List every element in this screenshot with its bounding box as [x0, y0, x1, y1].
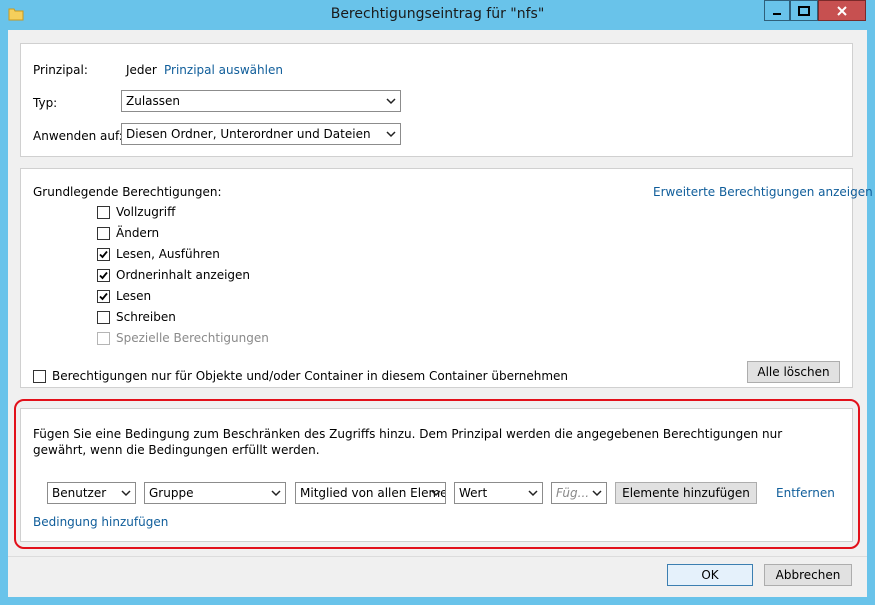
show-advanced-permissions-link[interactable]: Erweiterte Berechtigungen anzeigen	[653, 185, 873, 199]
checkbox-box[interactable]	[97, 268, 110, 282]
chevron-down-icon	[121, 490, 131, 497]
inherit-only-label: Berechtigungen nur für Objekte und/oder …	[52, 369, 569, 383]
permission-checkbox[interactable]: Vollzugriff	[97, 204, 175, 220]
chevron-down-icon	[592, 490, 602, 497]
apply-to-dropdown[interactable]: Diesen Ordner, Unterordner und Dateien	[121, 123, 401, 145]
minimize-button[interactable]	[764, 0, 790, 21]
permission-label: Ordnerinhalt anzeigen	[116, 268, 251, 282]
condition-operator-value: Mitglied von allen Eleme	[300, 486, 446, 500]
permissions-group: Grundlegende Berechtigungen: Erweiterte …	[20, 168, 873, 388]
permission-label: Lesen, Ausführen	[116, 247, 220, 261]
dialog-body: Prinzipal: Jeder Prinzipal auswählen Typ…	[8, 30, 873, 597]
checkbox-box[interactable]	[97, 226, 110, 240]
permission-entry-dialog: Berechtigungseintrag für "nfs" Prinzipal…	[0, 0, 875, 605]
close-icon	[837, 5, 847, 16]
permission-label: Vollzugriff	[116, 205, 176, 219]
condition-value-type-value: Wert	[459, 486, 488, 500]
permission-label: Ändern	[116, 226, 160, 240]
permission-checkbox[interactable]: Ordnerinhalt anzeigen	[97, 267, 250, 283]
permission-checkbox[interactable]: Schreiben	[97, 309, 176, 325]
chevron-down-icon	[386, 131, 396, 138]
chevron-down-icon	[386, 98, 396, 105]
type-label: Typ:	[33, 96, 58, 110]
principal-label: Prinzipal:	[33, 63, 88, 77]
permission-checkbox[interactable]: Lesen, Ausführen	[97, 246, 220, 262]
checkmark-icon	[99, 292, 108, 300]
checkmark-icon	[99, 271, 108, 279]
condition-attribute-value: Gruppe	[149, 486, 194, 500]
clear-all-button[interactable]: Alle löschen	[747, 361, 840, 383]
basic-permissions-heading: Grundlegende Berechtigungen:	[33, 185, 222, 199]
remove-condition-link[interactable]: Entfernen	[776, 486, 835, 500]
permission-label: Schreiben	[116, 310, 176, 324]
checkbox-box[interactable]	[97, 289, 110, 303]
chevron-down-icon	[431, 490, 441, 497]
permission-checkbox[interactable]: Ändern	[97, 225, 159, 241]
title-bar[interactable]: Berechtigungseintrag für "nfs"	[0, 0, 875, 30]
permission-label: Spezielle Berechtigungen	[116, 331, 269, 345]
checkbox-box[interactable]	[97, 310, 110, 324]
condition-value-placeholder: Füg...	[556, 486, 590, 500]
principal-group: Prinzipal: Jeder Prinzipal auswählen Typ…	[20, 43, 853, 157]
chevron-down-icon	[528, 490, 538, 497]
condition-description: Fügen Sie eine Bedingung zum Beschränken…	[33, 427, 783, 457]
condition-value-type-dropdown[interactable]: Wert	[454, 482, 543, 504]
condition-subject-value: Benutzer	[52, 486, 107, 500]
chevron-down-icon	[271, 490, 281, 497]
apply-to-value: Diesen Ordner, Unterordner und Dateien	[126, 127, 371, 141]
type-dropdown[interactable]: Zulassen	[121, 90, 401, 112]
checkbox-box[interactable]	[97, 205, 110, 219]
checkmark-icon	[99, 250, 108, 258]
condition-group: Fügen Sie eine Bedingung zum Beschränken…	[20, 408, 853, 542]
permission-checkbox[interactable]: Lesen	[97, 288, 151, 304]
checkbox-box	[97, 331, 110, 345]
checkbox-box[interactable]	[97, 247, 110, 261]
condition-subject-dropdown[interactable]: Benutzer	[47, 482, 136, 504]
window-title: Berechtigungseintrag für "nfs"	[330, 6, 545, 22]
cancel-button[interactable]: Abbrechen	[764, 564, 852, 586]
inherit-only-checkbox[interactable]: Berechtigungen nur für Objekte und/oder …	[33, 368, 568, 384]
permission-checkbox: Spezielle Berechtigungen	[97, 330, 269, 346]
close-button[interactable]	[818, 0, 866, 21]
maximize-icon	[798, 5, 810, 16]
add-items-button[interactable]: Elemente hinzufügen	[615, 482, 757, 504]
permission-label: Lesen	[116, 289, 152, 303]
checkbox-box[interactable]	[33, 369, 46, 383]
footer-divider	[8, 556, 867, 557]
principal-value: Jeder	[126, 63, 157, 77]
select-principal-link[interactable]: Prinzipal auswählen	[164, 63, 283, 77]
add-condition-link[interactable]: Bedingung hinzufügen	[33, 515, 168, 529]
condition-value-dropdown[interactable]: Füg...	[551, 482, 607, 504]
condition-attribute-dropdown[interactable]: Gruppe	[144, 482, 286, 504]
condition-operator-dropdown[interactable]: Mitglied von allen Eleme	[295, 482, 446, 504]
maximize-button[interactable]	[790, 0, 818, 21]
minimize-icon	[773, 12, 781, 15]
ok-button[interactable]: OK	[667, 564, 753, 586]
type-value: Zulassen	[126, 94, 181, 108]
apply-to-label: Anwenden auf:	[33, 129, 123, 143]
